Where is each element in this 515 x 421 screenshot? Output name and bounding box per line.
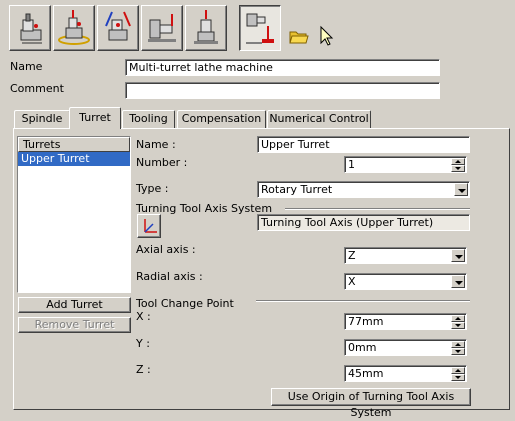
radial-axis-label: Radial axis :	[136, 270, 203, 283]
radial-axis-select[interactable]: X	[344, 273, 467, 290]
x-spinner[interactable]	[451, 315, 465, 329]
tab-tooling[interactable]: Tooling	[122, 110, 175, 128]
z-coordinate-value: 45mm	[348, 367, 384, 380]
machine-name-value: Multi-turret lathe machine	[129, 61, 273, 74]
x-coordinate-label: X :	[136, 310, 151, 323]
spin-down-icon[interactable]	[451, 348, 465, 355]
open-folder-button[interactable]	[287, 24, 311, 48]
chevron-down-icon[interactable]	[454, 183, 468, 196]
turret-name-value: Upper Turret	[261, 138, 330, 151]
spin-up-icon[interactable]	[451, 158, 465, 165]
number-spinner[interactable]	[451, 158, 465, 172]
y-coordinate-stepper[interactable]: 0mm	[344, 339, 467, 356]
turret-number-label: Number :	[136, 156, 188, 169]
select-arrow-button[interactable]	[313, 24, 337, 48]
select-arrow-icon	[320, 25, 334, 46]
z-coordinate-label: Z :	[136, 363, 151, 376]
chevron-down-icon[interactable]	[451, 249, 465, 262]
vertical-machine-button[interactable]	[185, 5, 227, 51]
tab-spindle-label: Spindle	[21, 112, 63, 125]
spin-down-icon[interactable]	[451, 374, 465, 381]
axis-system-icon	[144, 219, 157, 233]
comment-field[interactable]	[125, 82, 440, 99]
axis-system-button[interactable]	[137, 214, 161, 238]
z-spinner[interactable]	[451, 367, 465, 381]
tab-compensation-label: Compensation	[181, 112, 262, 125]
radial-axis-value: X	[348, 275, 356, 288]
multi-axis-machine-button[interactable]	[97, 5, 139, 51]
vertical-machine-icon	[194, 10, 218, 44]
multi-axis-machine-icon	[105, 11, 131, 41]
turret-name-label: Name :	[136, 138, 176, 151]
tab-turret[interactable]: Turret	[69, 107, 121, 129]
turrets-list[interactable]: Turrets Upper Turret	[17, 136, 131, 293]
turret-type-label: Type :	[136, 182, 169, 195]
spin-up-icon[interactable]	[451, 341, 465, 348]
name-label: Name	[10, 60, 43, 73]
axial-axis-label: Axial axis :	[136, 243, 196, 256]
lathe-machine-button[interactable]	[141, 5, 183, 51]
y-spinner[interactable]	[451, 341, 465, 355]
axis-system-separator	[285, 208, 470, 210]
chevron-down-icon[interactable]	[451, 275, 465, 288]
spin-down-icon[interactable]	[451, 165, 465, 172]
turret-number-stepper[interactable]: 1	[344, 156, 467, 173]
turret-type-value: Rotary Turret	[261, 183, 333, 196]
list-item[interactable]: Upper Turret	[18, 152, 130, 166]
multi-turret-lathe-icon	[246, 13, 274, 44]
y-coordinate-value: 0mm	[348, 341, 377, 354]
multi-turret-lathe-button[interactable]	[239, 5, 281, 51]
turrets-list-header[interactable]: Turrets	[18, 137, 130, 152]
axial-axis-select[interactable]: Z	[344, 247, 467, 264]
turrets-header-label: Turrets	[23, 138, 61, 151]
x-coordinate-value: 77mm	[348, 315, 384, 328]
tool-change-title: Tool Change Point	[136, 297, 234, 310]
rotary-table-machine-button[interactable]	[53, 5, 95, 51]
x-coordinate-stepper[interactable]: 77mm	[344, 313, 467, 330]
tool-change-separator	[256, 300, 470, 302]
spindle-machine-button[interactable]	[9, 5, 51, 51]
axis-system-value: Turning Tool Axis (Upper Turret)	[261, 216, 434, 229]
tab-turret-label: Turret	[79, 111, 111, 124]
turret-type-select[interactable]: Rotary Turret	[257, 181, 470, 198]
remove-turret-label: Remove Turret	[34, 318, 115, 331]
rotary-table-machine-icon	[58, 10, 90, 45]
spindle-machine-icon	[20, 13, 42, 44]
turret-number-value: 1	[348, 158, 355, 171]
turret-name-field[interactable]: Upper Turret	[257, 136, 470, 153]
spin-down-icon[interactable]	[451, 322, 465, 329]
tab-spindle[interactable]: Spindle	[14, 110, 70, 128]
use-origin-label: Use Origin of Turning Tool Axis System	[287, 390, 455, 419]
spin-up-icon[interactable]	[451, 367, 465, 374]
lathe-machine-icon	[148, 14, 176, 42]
y-coordinate-label: Y :	[136, 337, 150, 350]
axis-system-field: Turning Tool Axis (Upper Turret)	[257, 214, 470, 231]
machine-name-field[interactable]: Multi-turret lathe machine	[125, 59, 440, 76]
use-origin-button[interactable]: Use Origin of Turning Tool Axis System	[271, 388, 471, 419]
tab-numerical-control-label: Numerical Control	[269, 112, 369, 125]
spin-up-icon[interactable]	[451, 315, 465, 322]
tab-tooling-label: Tooling	[129, 112, 168, 125]
remove-turret-button[interactable]: Remove Turret	[18, 317, 131, 333]
z-coordinate-stepper[interactable]: 45mm	[344, 365, 467, 382]
tab-numerical-control[interactable]: Numerical Control	[267, 110, 371, 128]
axial-axis-value: Z	[348, 249, 356, 262]
open-folder-icon	[289, 31, 309, 44]
add-turret-label: Add Turret	[46, 298, 103, 311]
list-item-label: Upper Turret	[21, 152, 90, 165]
tab-compensation[interactable]: Compensation	[177, 110, 266, 128]
add-turret-button[interactable]: Add Turret	[18, 297, 131, 313]
comment-label: Comment	[10, 82, 64, 95]
